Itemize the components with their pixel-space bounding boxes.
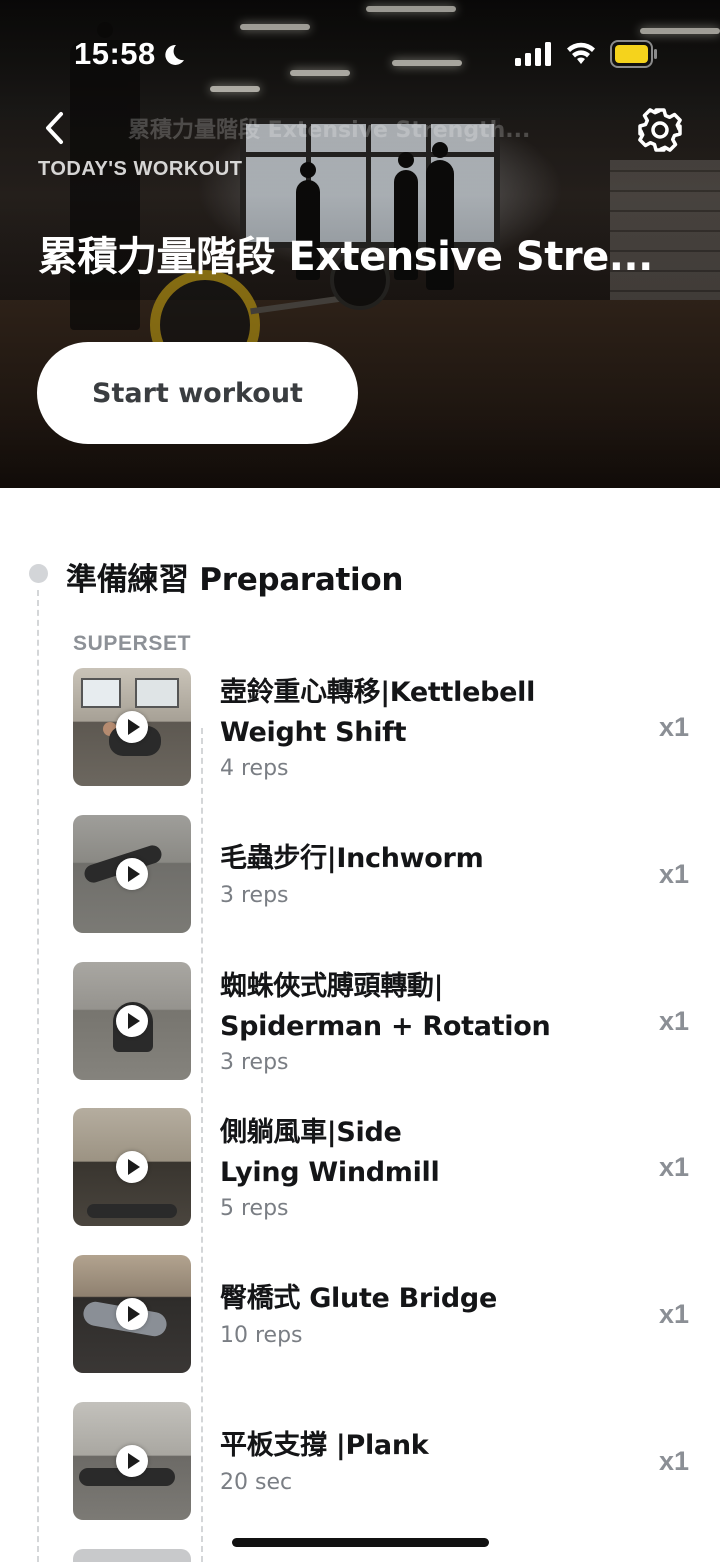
- exercise-detail: 10 reps: [220, 1323, 303, 1348]
- exercise-name: 壺鈴重心轉移|Kettlebell Weight Shift: [220, 673, 640, 753]
- exercise-multiplier: x1: [659, 712, 690, 742]
- play-icon[interactable]: [116, 1005, 148, 1037]
- exercise-name-line1: 臀橋式 Glute Bridge: [220, 1283, 497, 1314]
- superset-label: SUPERSET: [73, 632, 191, 655]
- exercise-detail: 4 reps: [220, 756, 289, 781]
- exercise-name-line1: 壺鈴重心轉移|Kettlebell: [220, 677, 536, 708]
- exercise-row[interactable]: 側躺風車|Side Lying Windmill 5 reps x1: [73, 1108, 703, 1226]
- timeline-line: [37, 590, 39, 1562]
- play-icon[interactable]: [116, 858, 148, 890]
- exercise-multiplier: x1: [659, 1006, 690, 1036]
- exercise-detail: 20 sec: [220, 1470, 293, 1495]
- exercise-name-line1: 側躺風車|Side: [220, 1117, 402, 1148]
- exercise-thumbnail[interactable]: [73, 1402, 191, 1520]
- exercise-name: 蜘蛛俠式膊頭轉動| Spiderman + Rotation: [220, 967, 640, 1047]
- exercise-name: 臀橋式 Glute Bridge: [220, 1279, 640, 1319]
- exercise-detail: 3 reps: [220, 883, 289, 908]
- back-button[interactable]: [34, 108, 74, 148]
- moon-icon: [165, 44, 184, 65]
- exercise-row[interactable]: 壺鈴重心轉移|Kettlebell Weight Shift 4 reps x1: [73, 668, 703, 786]
- hero-label: TODAY'S WORKOUT: [38, 158, 243, 180]
- settings-button[interactable]: [636, 106, 684, 154]
- workout-title: 累積力量階段 Extensive Stre...: [38, 234, 653, 280]
- exercise-thumbnail[interactable]: [73, 815, 191, 933]
- exercise-detail: 5 reps: [220, 1196, 289, 1221]
- exercise-thumbnail[interactable]: [73, 1108, 191, 1226]
- exercise-thumbnail[interactable]: [73, 962, 191, 1080]
- wifi-icon: [567, 42, 595, 64]
- chevron-left-icon: [46, 112, 63, 144]
- status-time: 15:58: [74, 36, 156, 71]
- exercise-name-line1: 蜘蛛俠式膊頭轉動|: [220, 971, 444, 1002]
- play-icon[interactable]: [116, 1151, 148, 1183]
- battery-icon: [610, 40, 657, 68]
- exercise-name-line1: 毛蟲步行|Inchworm: [220, 843, 484, 874]
- exercise-thumbnail-partial[interactable]: [73, 1549, 191, 1562]
- play-icon[interactable]: [116, 1445, 148, 1477]
- exercise-row[interactable]: 平板支撐 |Plank 20 sec x1: [73, 1402, 703, 1520]
- exercise-name-line2: Weight Shift: [220, 717, 407, 748]
- play-icon[interactable]: [116, 1298, 148, 1330]
- gear-icon: [638, 108, 682, 152]
- exercise-name: 毛蟲步行|Inchworm: [220, 839, 640, 879]
- play-icon[interactable]: [116, 711, 148, 743]
- exercise-row[interactable]: 蜘蛛俠式膊頭轉動| Spiderman + Rotation 3 reps x1: [73, 962, 703, 1080]
- section-title: 準備練習 Preparation: [66, 562, 404, 598]
- exercise-multiplier: x1: [659, 859, 690, 889]
- exercise-name: 側躺風車|Side Lying Windmill: [220, 1113, 640, 1193]
- exercise-multiplier: x1: [659, 1152, 690, 1182]
- exercise-name-line2: Spiderman + Rotation: [220, 1011, 551, 1042]
- exercise-row[interactable]: 毛蟲步行|Inchworm 3 reps x1: [73, 815, 703, 933]
- hero-ghost-title: 累積力量階段 Extensive Strength...: [128, 118, 531, 143]
- hero-banner: 15:58 累積力量階段 Extensive Strength... TODAY…: [0, 0, 720, 488]
- exercise-multiplier: x1: [659, 1299, 690, 1329]
- exercise-multiplier: x1: [659, 1446, 690, 1476]
- exercise-name-line2: Lying Windmill: [220, 1157, 440, 1188]
- timeline-dot: [29, 564, 48, 583]
- exercise-detail: 3 reps: [220, 1050, 289, 1075]
- exercise-thumbnail[interactable]: [73, 1255, 191, 1373]
- cellular-signal-icon: [515, 42, 551, 66]
- exercise-thumbnail[interactable]: [73, 668, 191, 786]
- start-workout-button[interactable]: Start workout: [37, 342, 358, 444]
- exercise-name: 平板支撐 |Plank: [220, 1426, 640, 1466]
- home-indicator[interactable]: [232, 1538, 489, 1547]
- exercise-name-line1: 平板支撐 |Plank: [220, 1430, 429, 1461]
- exercise-row[interactable]: 臀橋式 Glute Bridge 10 reps x1: [73, 1255, 703, 1373]
